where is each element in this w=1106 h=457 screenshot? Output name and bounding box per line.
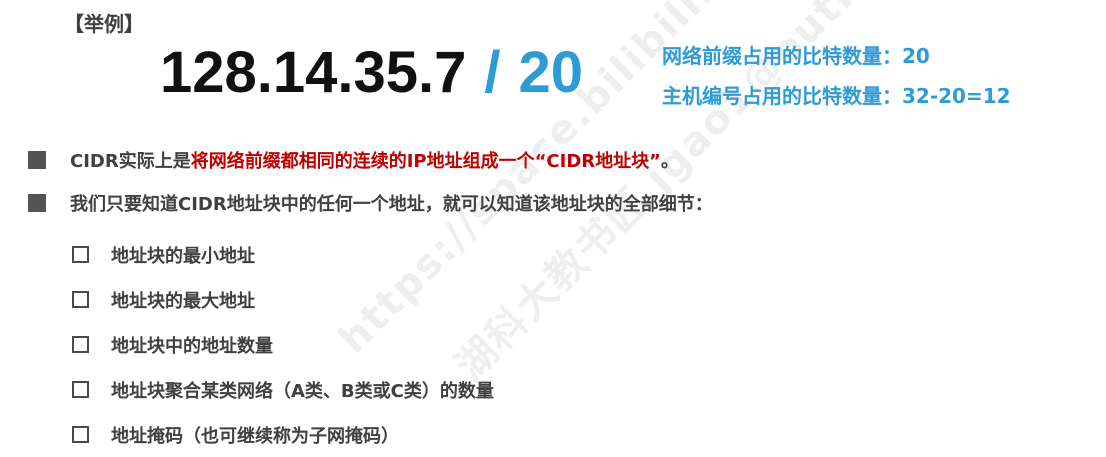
prefix-bits-note: 网络前缀占用的比特数量：20 — [662, 46, 1011, 86]
cidr-notation: 128.14.35.7/20 — [160, 44, 583, 102]
list-item-min-address: 地址块的最小地址 — [72, 232, 494, 277]
checkbox-icon — [72, 291, 89, 308]
list-item-address-count: 地址块中的地址数量 — [72, 322, 494, 367]
checkbox-icon — [72, 246, 89, 263]
list-item-aggregated-networks: 地址块聚合某类网络（A类、B类或C类）的数量 — [72, 367, 494, 412]
example-label: 【举例】 — [64, 12, 144, 36]
slide: 【举例】 128.14.35.7/20 网络前缀占用的比特数量：20 主机编号占… — [0, 0, 1106, 450]
cidr-ip-address: 128.14.35.7 — [160, 40, 467, 105]
bullet-1-prefix: CIDR实际上是 — [70, 151, 191, 172]
cidr-prefix-length: 20 — [518, 40, 584, 105]
list-item-label: 地址掩码（也可继续称为子网掩码） — [111, 425, 399, 447]
checkbox-icon — [72, 426, 89, 443]
cidr-slash: / — [484, 40, 501, 105]
detail-list: 地址块的最小地址 地址块的最大地址 地址块中的地址数量 地址块聚合某类网络（A类… — [72, 232, 494, 457]
bullet-cidr-definition: CIDR实际上是 将网络前缀都相同的连续的IP地址组成一个“CIDR地址块”。 — [28, 147, 679, 173]
list-item-label: 地址块中的地址数量 — [111, 335, 273, 357]
list-item-label: 地址块的最小地址 — [111, 245, 255, 267]
notes: 网络前缀占用的比特数量：20 主机编号占用的比特数量：32-20=12 — [662, 46, 1011, 126]
host-bits-value: 32-20=12 — [902, 84, 1011, 108]
prefix-bits-value: 20 — [902, 44, 930, 68]
list-item-label: 地址块聚合某类网络（A类、B类或C类）的数量 — [111, 380, 494, 402]
list-item-address-mask: 地址掩码（也可继续称为子网掩码） — [72, 412, 494, 457]
square-bullet-icon — [28, 151, 46, 169]
prefix-bits-label: 网络前缀占用的比特数量： — [662, 44, 902, 68]
bullet-1-suffix: 。 — [660, 151, 679, 172]
square-bullet-icon — [28, 194, 46, 212]
bullet-1-highlight: 将网络前缀都相同的连续的IP地址组成一个“CIDR地址块” — [190, 151, 661, 172]
host-bits-label: 主机编号占用的比特数量： — [662, 84, 902, 108]
list-item-label: 地址块的最大地址 — [111, 290, 255, 312]
checkbox-icon — [72, 336, 89, 353]
host-bits-note: 主机编号占用的比特数量：32-20=12 — [662, 86, 1011, 126]
list-item-max-address: 地址块的最大地址 — [72, 277, 494, 322]
bullet-2-text: 我们只要知道CIDR地址块中的任何一个地址，就可以知道该地址块的全部细节： — [70, 194, 713, 215]
checkbox-icon — [72, 381, 89, 398]
bullet-cidr-details: 我们只要知道CIDR地址块中的任何一个地址，就可以知道该地址块的全部细节： — [28, 190, 713, 216]
